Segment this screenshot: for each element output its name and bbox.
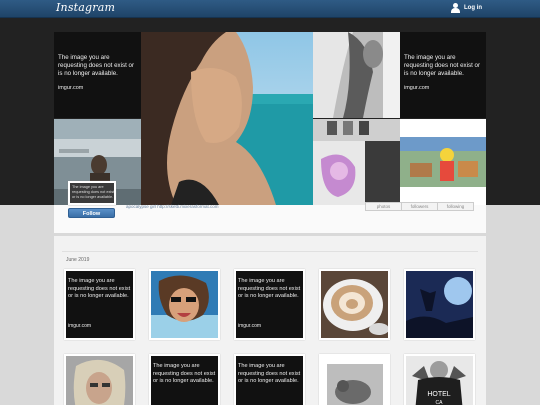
profile-bio[interactable]: apocalypse girl http://sketti.mixerasfor…: [126, 204, 219, 209]
follow-button[interactable]: Follow: [68, 208, 115, 218]
stat-following[interactable]: following: [437, 202, 474, 211]
unavailable-message: The image you are requesting does not ex…: [404, 54, 481, 77]
blonde-photo: [66, 356, 133, 405]
bathrobe-photo: [313, 32, 400, 118]
collage-tile-portrait-photo[interactable]: [141, 32, 313, 205]
photo-thumbnail-hotel-shirt[interactable]: HOTEL CA: [404, 354, 475, 405]
unavailable-message: The image you are requesting does not ex…: [238, 278, 301, 299]
photo-thumbnail-coffee[interactable]: [319, 269, 390, 340]
photo-thumbnail-selfie[interactable]: [149, 269, 220, 340]
stat-photos[interactable]: photos: [365, 202, 402, 211]
cat-photo: [321, 356, 388, 405]
svg-text:CA: CA: [436, 400, 444, 405]
unavailable-message: The image you are requesting does not ex…: [58, 54, 135, 77]
collage-tile-cartoon-image[interactable]: [400, 119, 486, 205]
profile-stats: photos followers following: [365, 202, 474, 211]
unavailable-message: The image you are requesting does not ex…: [238, 363, 301, 384]
profile-header-collage: The image you are requesting does not ex…: [0, 18, 540, 205]
profile-strip: The image you are requesting does not ex…: [54, 181, 486, 233]
collage-tile-unavailable[interactable]: The image you are requesting does not ex…: [400, 32, 486, 118]
photo-thumbnail-unavailable[interactable]: The image you are requesting does not ex…: [64, 269, 135, 340]
unavailable-source: imgur.com: [238, 323, 262, 329]
collage-tile-bathrobe-photo[interactable]: [313, 32, 400, 118]
instagram-logo[interactable]: Instagram: [56, 1, 115, 14]
stat-followers[interactable]: followers: [401, 202, 438, 211]
selfie-photo: [151, 271, 218, 338]
unavailable-source: imgur.com: [404, 85, 430, 91]
photo-thumbnail-silhouette[interactable]: [404, 269, 475, 340]
unavailable-source: imgur.com: [68, 323, 92, 329]
portrait-photo: [141, 32, 313, 205]
collage-tile-food-photo[interactable]: [313, 119, 400, 205]
avatar-unavailable-message: The image you are requesting does not ex…: [72, 185, 115, 199]
login-link[interactable]: Log in: [451, 3, 482, 13]
photo-thumbnail-unavailable[interactable]: The image you are requesting does not ex…: [149, 354, 220, 405]
svg-text:HOTEL: HOTEL: [427, 391, 450, 398]
unavailable-message: The image you are requesting does not ex…: [68, 278, 131, 299]
divider: [62, 251, 478, 252]
top-bar: Instagram Log in: [0, 0, 540, 18]
login-label: Log in: [464, 5, 482, 11]
photo-thumbnail-unavailable[interactable]: The image you are requesting does not ex…: [234, 269, 305, 340]
user-icon: [451, 3, 460, 13]
photo-thumbnail-cat[interactable]: [319, 354, 390, 405]
avatar[interactable]: The image you are requesting does not ex…: [68, 181, 116, 205]
photo-thumbnail-unavailable[interactable]: The image you are requesting does not ex…: [234, 354, 305, 405]
unavailable-message: The image you are requesting does not ex…: [153, 363, 216, 384]
collage-tile-unavailable[interactable]: The image you are requesting does not ex…: [54, 32, 141, 118]
cartoon-image: [400, 119, 486, 205]
coffee-photo: [321, 271, 388, 338]
silhouette-photo: [406, 271, 473, 338]
food-photo: [313, 119, 400, 205]
photo-grid: June 2019 The image you are requesting d…: [54, 236, 486, 405]
hotel-shirt-photo: HOTEL CA: [406, 356, 473, 405]
unavailable-source: imgur.com: [58, 85, 84, 91]
month-label: June 2019: [66, 257, 90, 263]
photo-thumbnail-blonde[interactable]: [64, 354, 135, 405]
